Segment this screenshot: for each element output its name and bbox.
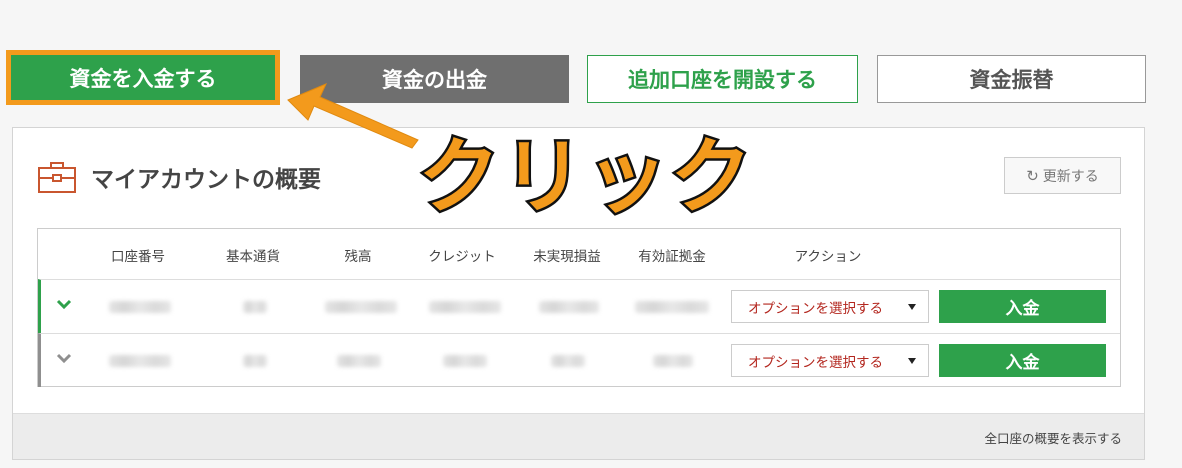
blurred-balance <box>337 355 381 367</box>
action-select[interactable]: オプションを選択する <box>731 344 929 377</box>
refresh-icon: ↻ <box>1026 166 1039 185</box>
blurred-credit <box>443 355 487 367</box>
chevron-down-icon[interactable] <box>56 352 72 364</box>
header-action: アクション <box>794 249 862 265</box>
briefcase-icon <box>38 162 76 193</box>
blurred-currency <box>243 301 267 313</box>
refresh-button[interactable]: ↻ 更新する <box>1004 157 1121 194</box>
blurred-equity <box>653 355 693 367</box>
blurred-unrealized-pl <box>551 355 585 367</box>
view-all-accounts-link[interactable]: 全口座の概要を表示する <box>984 428 1122 447</box>
caret-down-icon <box>908 358 916 364</box>
row-deposit-button[interactable]: 入金 <box>939 344 1106 377</box>
chevron-down-icon[interactable] <box>56 298 72 310</box>
header-account-number: 口座番号 <box>111 249 165 265</box>
deposit-funds-button-highlight[interactable]: 資金を入金する <box>6 50 280 105</box>
header-balance: 残高 <box>344 249 372 265</box>
blurred-equity <box>635 301 709 313</box>
action-select-label: オプションを選択する <box>748 300 883 317</box>
withdraw-funds-button[interactable]: 資金の出金 <box>300 55 569 103</box>
table-row: オプションを選択する 入金 <box>38 279 1120 333</box>
table-row: オプションを選択する 入金 <box>38 333 1120 387</box>
action-select[interactable]: オプションを選択する <box>731 290 929 323</box>
panel-footer: 全口座の概要を表示する <box>13 413 1144 459</box>
panel-title: マイアカウントの概要 <box>91 167 321 193</box>
transfer-funds-button[interactable]: 資金振替 <box>877 55 1146 103</box>
accounts-table: 口座番号 基本通貨 残高 クレジット 未実現損益 有効証拠金 アクション オプシ… <box>37 228 1121 387</box>
blurred-account-number <box>109 301 171 313</box>
caret-down-icon <box>908 304 916 310</box>
row-deposit-button[interactable]: 入金 <box>939 290 1106 323</box>
blurred-credit <box>429 301 501 313</box>
blurred-unrealized-pl <box>539 301 599 313</box>
header-credit: クレジット <box>428 249 496 265</box>
header-unrealized-pl: 未実現損益 <box>533 249 601 265</box>
blurred-balance <box>325 301 397 313</box>
click-annotation-text: クリック <box>415 128 755 228</box>
deposit-funds-button[interactable]: 資金を入金する <box>11 55 275 100</box>
open-additional-account-button[interactable]: 追加口座を開設する <box>587 55 858 103</box>
blurred-currency <box>243 355 267 367</box>
blurred-account-number <box>109 355 171 367</box>
action-select-label: オプションを選択する <box>748 354 883 371</box>
header-base-currency: 基本通貨 <box>226 249 280 265</box>
refresh-label: 更新する <box>1042 168 1099 185</box>
header-equity: 有効証拠金 <box>638 249 706 265</box>
